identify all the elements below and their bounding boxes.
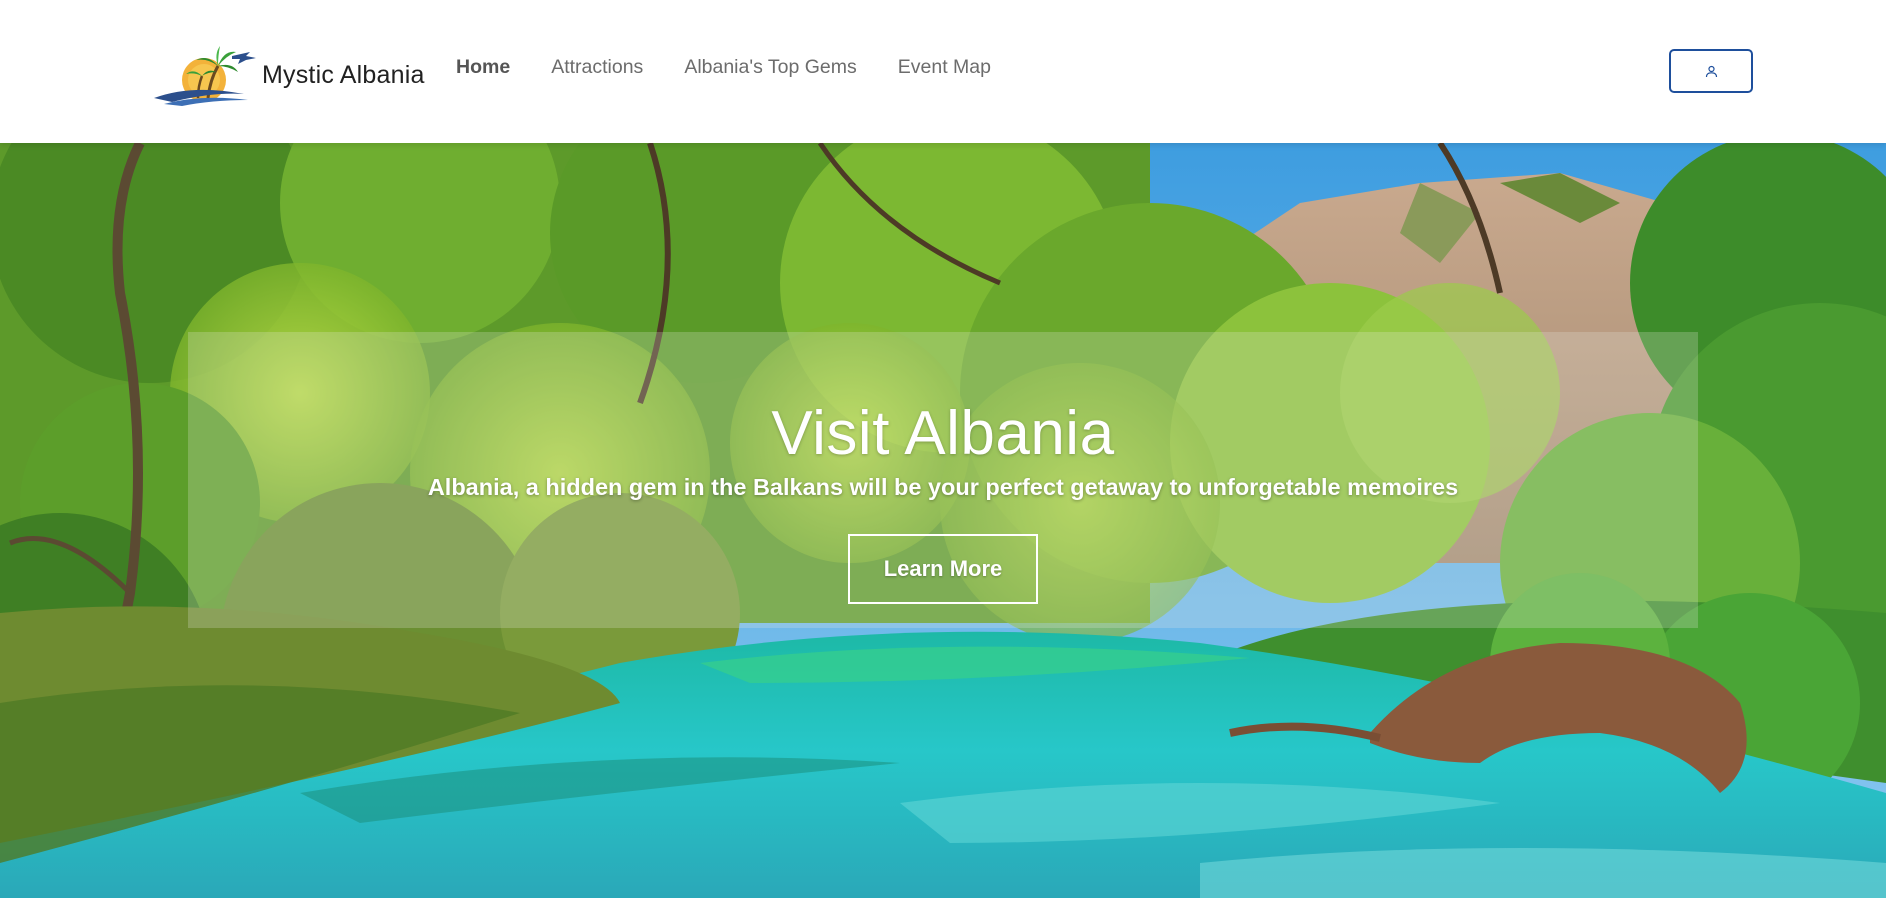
brand-name: Mystic Albania: [262, 60, 425, 89]
account-button[interactable]: [1669, 49, 1753, 93]
learn-more-button[interactable]: Learn More: [848, 534, 1038, 604]
nav-link-home[interactable]: Home: [456, 56, 510, 79]
hero-section: Visit Albania Albania, a hidden gem in t…: [0, 143, 1886, 898]
main-nav: Home Attractions Albania's Top Gems Even…: [456, 56, 1032, 79]
user-icon: [1705, 65, 1717, 77]
nav-link-top-gems[interactable]: Albania's Top Gems: [684, 56, 856, 79]
hero-subtitle: Albania, a hidden gem in the Balkans wil…: [427, 474, 1459, 500]
nav-link-event-map[interactable]: Event Map: [898, 56, 991, 79]
brand-home-link[interactable]: Mystic Albania: [152, 44, 425, 106]
top-navbar: Mystic Albania Home Attractions Albania'…: [0, 0, 1886, 143]
nav-link-attractions[interactable]: Attractions: [551, 56, 643, 79]
brand-logo-icon: [154, 46, 256, 106]
hero-title: Visit Albania: [771, 399, 1115, 468]
